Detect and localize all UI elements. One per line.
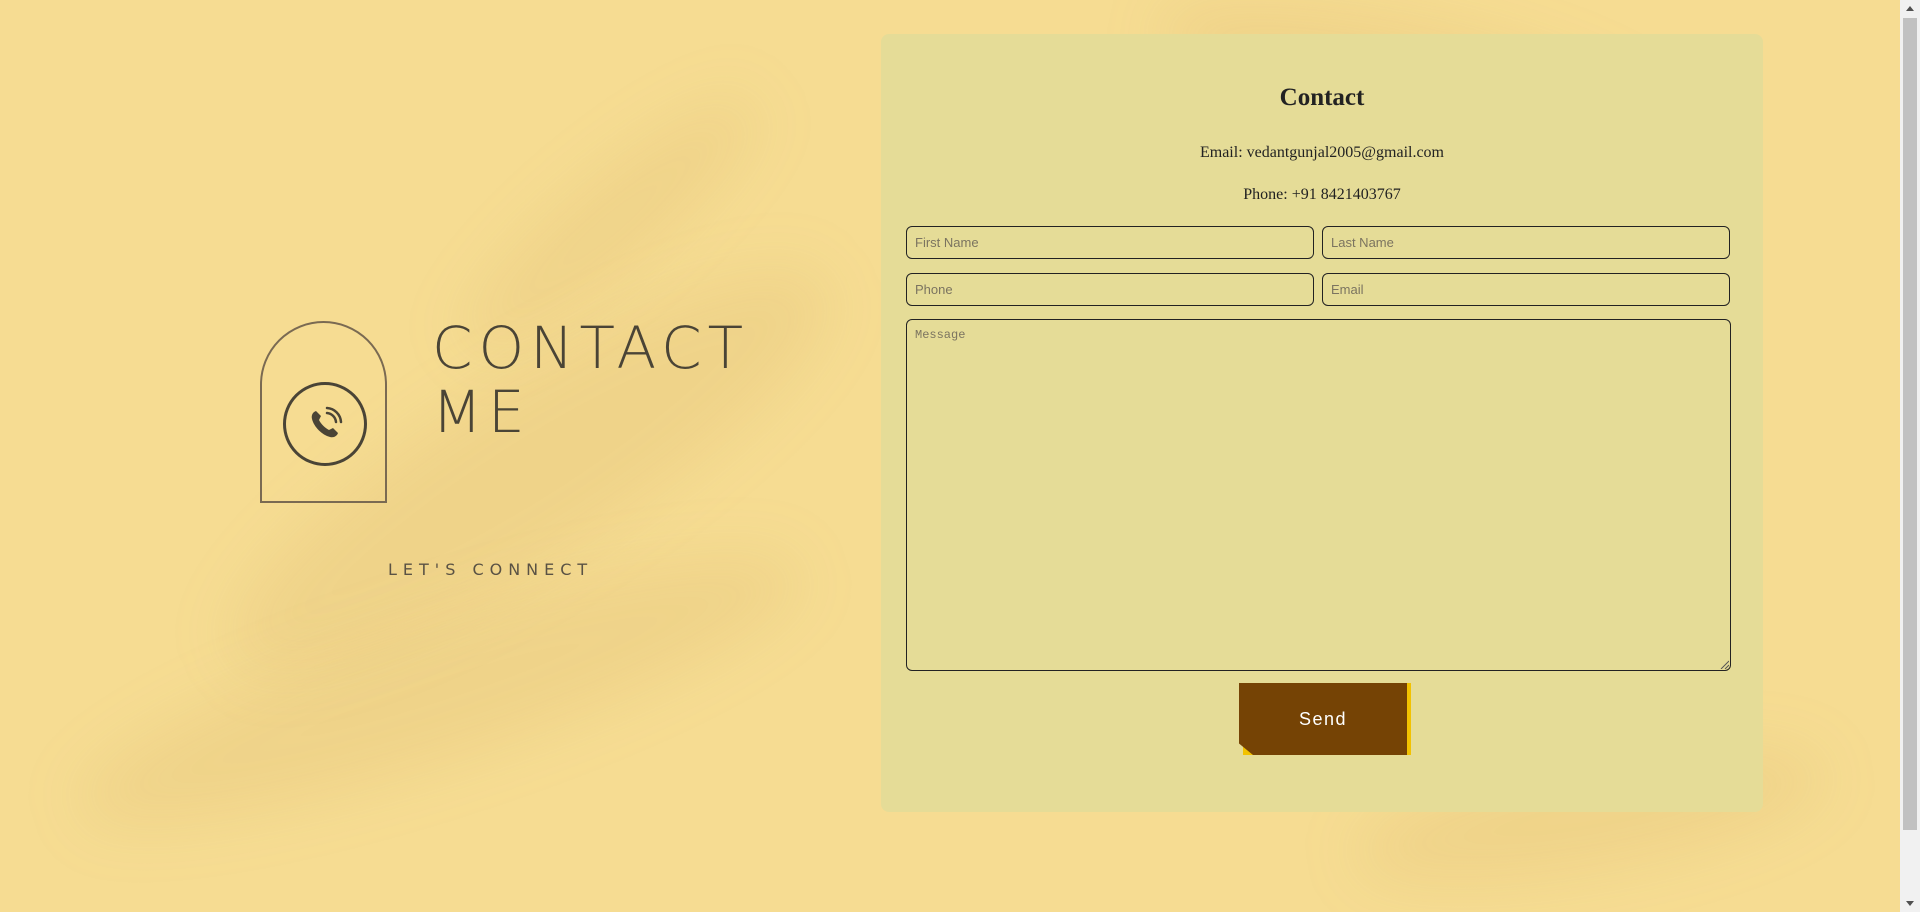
resize-handle-icon[interactable] xyxy=(1719,659,1729,669)
scrollbar-thumb[interactable] xyxy=(1903,18,1917,830)
contact-heading: Contact xyxy=(1279,84,1365,111)
contact-card: Contact Email: vedantgunjal2005@gmail.co… xyxy=(881,34,1763,812)
last-name-input[interactable] xyxy=(1322,226,1730,259)
phone-input[interactable] xyxy=(906,273,1314,306)
hero-title-line2: ME xyxy=(432,378,531,446)
hero-subtitle: LET'S CONNECT xyxy=(388,560,594,579)
message-textarea[interactable] xyxy=(906,319,1731,671)
hero-title-line1: CONTACT xyxy=(432,314,750,382)
scroll-up-arrow-icon[interactable] xyxy=(1900,0,1920,17)
email-input[interactable] xyxy=(1322,273,1730,306)
vertical-scrollbar[interactable] xyxy=(1900,0,1920,912)
first-name-input[interactable] xyxy=(906,226,1314,259)
send-button[interactable]: Send xyxy=(1239,683,1407,755)
send-button-wrapper: Send xyxy=(1239,683,1411,755)
hero-title: CONTACT ME xyxy=(432,316,762,444)
contact-email: Email: vedantgunjal2005@gmail.com xyxy=(1199,144,1444,161)
scroll-down-arrow-icon[interactable] xyxy=(1900,895,1920,912)
hero-section: CONTACT ME LET'S CONNECT xyxy=(0,0,880,912)
contact-phone: Phone: +91 8421403767 xyxy=(1243,186,1401,203)
phone-icon xyxy=(283,382,367,466)
